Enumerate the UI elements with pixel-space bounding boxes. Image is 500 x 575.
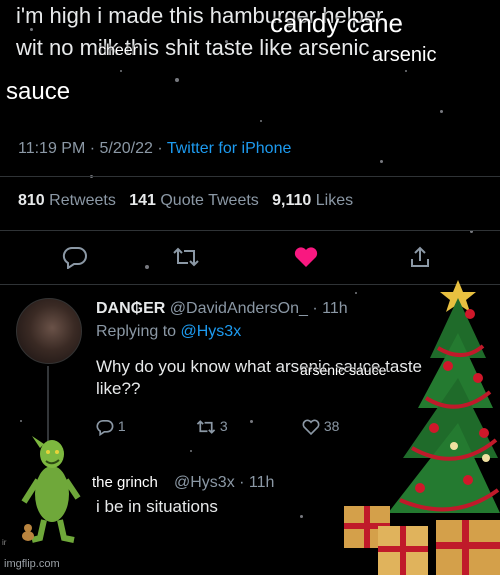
retweets-count: 810 [18, 192, 45, 209]
snow-speck [20, 420, 22, 422]
comment-icon [96, 420, 114, 437]
caption-the-grinch: the grinch [92, 474, 158, 491]
snow-speck [380, 160, 383, 163]
comment-icon [62, 246, 87, 270]
quote-label: Quote Tweets [160, 192, 259, 209]
reply-retweet-count: 3 [219, 418, 228, 434]
snow-speck [120, 70, 122, 72]
retweets-label: Retweets [49, 192, 116, 209]
caption-cheer: cheer [98, 42, 139, 59]
likes-label: Likes [315, 192, 354, 209]
tweet-stats: 810 Retweets 141 Quote Tweets 9,110 Like… [18, 192, 353, 210]
snow-speck [190, 450, 192, 452]
like-button[interactable] [293, 245, 319, 274]
likes-stat[interactable]: 9,110 Likes [272, 192, 353, 209]
replying-to: Replying to @Hys3x [96, 323, 241, 341]
snow-speck [405, 70, 407, 72]
reply-retweet-action[interactable]: 3 [196, 418, 228, 436]
snow-speck [175, 78, 179, 82]
small-mark: ir [2, 538, 7, 547]
heart-outline-icon [302, 419, 320, 436]
quote-tweets-stat[interactable]: 141 Quote Tweets [129, 192, 259, 209]
tweet-source-link[interactable]: Twitter for iPhone [167, 140, 292, 157]
retweets-stat[interactable]: 810 Retweets [18, 192, 116, 209]
caption-sauce: sauce [6, 78, 71, 105]
grinch-image [21, 436, 81, 543]
reply-button[interactable] [62, 245, 88, 274]
retweet-icon [173, 247, 199, 267]
caption-arsenic: arsenic [372, 44, 437, 66]
avatar[interactable] [16, 298, 82, 364]
retweet-button[interactable] [172, 245, 200, 274]
caption-candy-cane: candy cane [270, 8, 403, 38]
snow-speck [300, 515, 303, 518]
share-icon [411, 246, 429, 267]
replying-to-label: Replying to [96, 323, 177, 340]
snow-speck [440, 110, 443, 113]
quote-count: 141 [129, 192, 156, 209]
retweet-icon [196, 420, 216, 435]
meta-separator: · [89, 140, 96, 157]
reply-header: DAN₲ER @DavidAndersOn_ · 11h [96, 300, 348, 317]
likes-count: 9,110 [272, 192, 312, 209]
christmas-tree-image [344, 280, 500, 575]
heart-icon [294, 247, 318, 267]
snow-speck [145, 265, 149, 269]
reply2-body: i be in situations [96, 497, 218, 516]
watermark: imgflip.com [4, 558, 60, 570]
reply2-handle[interactable]: @Hys3x [174, 474, 235, 491]
snow-speck [250, 420, 253, 423]
snow-speck [260, 120, 262, 122]
tweet-time: 11:19 PM [18, 140, 86, 157]
tweet-date: 5/20/22 [99, 140, 153, 157]
replying-to-handle[interactable]: @Hys3x [181, 323, 242, 340]
tweet-meta: 11:19 PM · 5/20/22 · Twitter for iPhone [18, 140, 291, 158]
reply-comment-action[interactable]: 1 [96, 418, 126, 437]
divider [0, 176, 500, 177]
reply-display-name[interactable]: DAN₲ER [96, 300, 165, 317]
reply-handle[interactable]: @DavidAndersOn_ [170, 300, 308, 317]
reply2-header: @Hys3x · 11h [174, 474, 275, 491]
reply-comment-count: 1 [117, 418, 126, 434]
reply2-time: 11h [248, 474, 275, 491]
meta-separator: · [157, 140, 163, 157]
reply-like-action[interactable]: 38 [302, 418, 339, 436]
divider [0, 230, 500, 231]
